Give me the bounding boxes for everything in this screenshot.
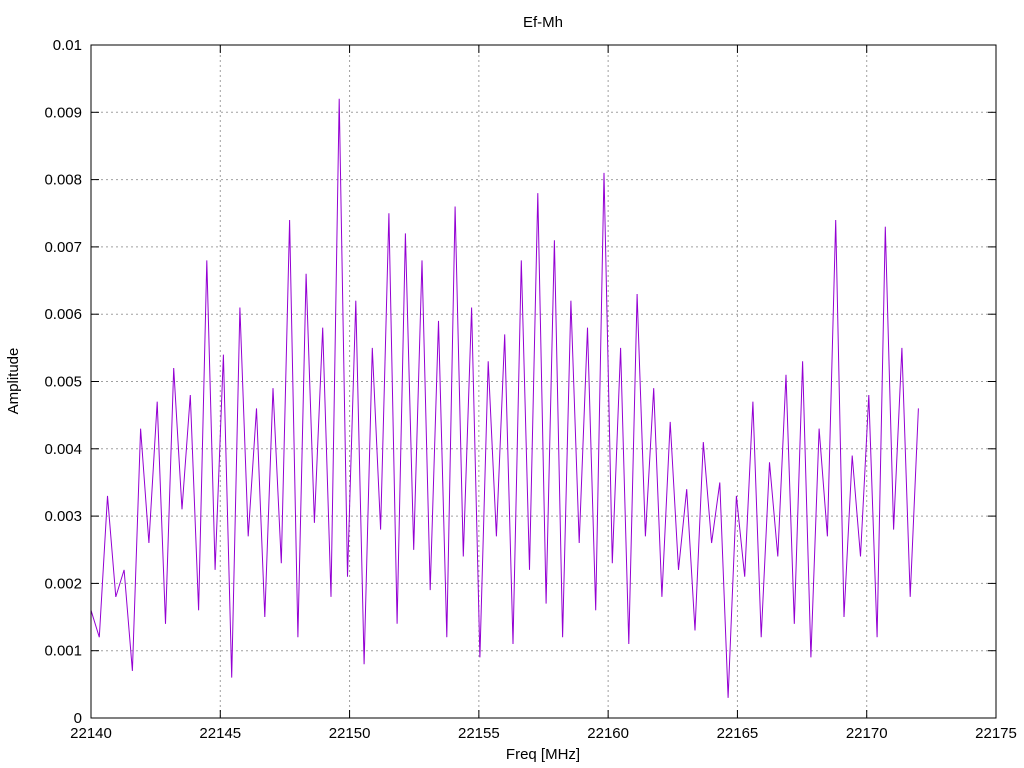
x-tick-label: 22170 xyxy=(846,725,888,742)
y-axis-label: Amplitude xyxy=(5,348,22,415)
x-tick-label: 22150 xyxy=(329,725,371,742)
x-axis-tick-labels: 22140 22145 22150 22155 22160 22165 22170 22175 xyxy=(70,725,1017,742)
y-tick-label: 0.002 xyxy=(44,575,82,592)
y-tick-label: 0.009 xyxy=(44,104,82,121)
y-tick-label: 0.006 xyxy=(44,306,82,323)
x-tick-label: 22160 xyxy=(587,725,629,742)
chart: Ef-Mh 22140 22145 22150 22155 22160 22165 2217… xyxy=(5,14,1017,763)
y-tick-label: 0 xyxy=(74,710,82,727)
chart-title: Ef-Mh xyxy=(523,14,563,31)
y-tick-label: 0.004 xyxy=(44,441,82,458)
x-axis-label: Freq [MHz] xyxy=(506,746,580,763)
y-tick-label: 0.005 xyxy=(44,374,82,391)
y-tick-label: 0.008 xyxy=(44,172,82,189)
series-line-0 xyxy=(90,98,919,698)
x-tick-label: 22145 xyxy=(199,725,241,742)
grid-lines xyxy=(90,44,997,719)
y-tick-label: 0.01 xyxy=(53,37,82,54)
x-tick-label: 22140 xyxy=(70,725,112,742)
x-tick-label: 22165 xyxy=(717,725,759,742)
x-tick-label: 22155 xyxy=(458,725,500,742)
y-tick-label: 0.007 xyxy=(44,239,82,256)
y-tick-label: 0.001 xyxy=(44,643,82,660)
plot-area xyxy=(90,98,919,698)
x-tick-label: 22175 xyxy=(975,725,1017,742)
y-axis-tick-labels: 0 0.001 0.002 0.003 0.004 0.005 0.006 0.007 0.00… xyxy=(44,37,82,727)
y-tick-label: 0.003 xyxy=(44,508,82,525)
